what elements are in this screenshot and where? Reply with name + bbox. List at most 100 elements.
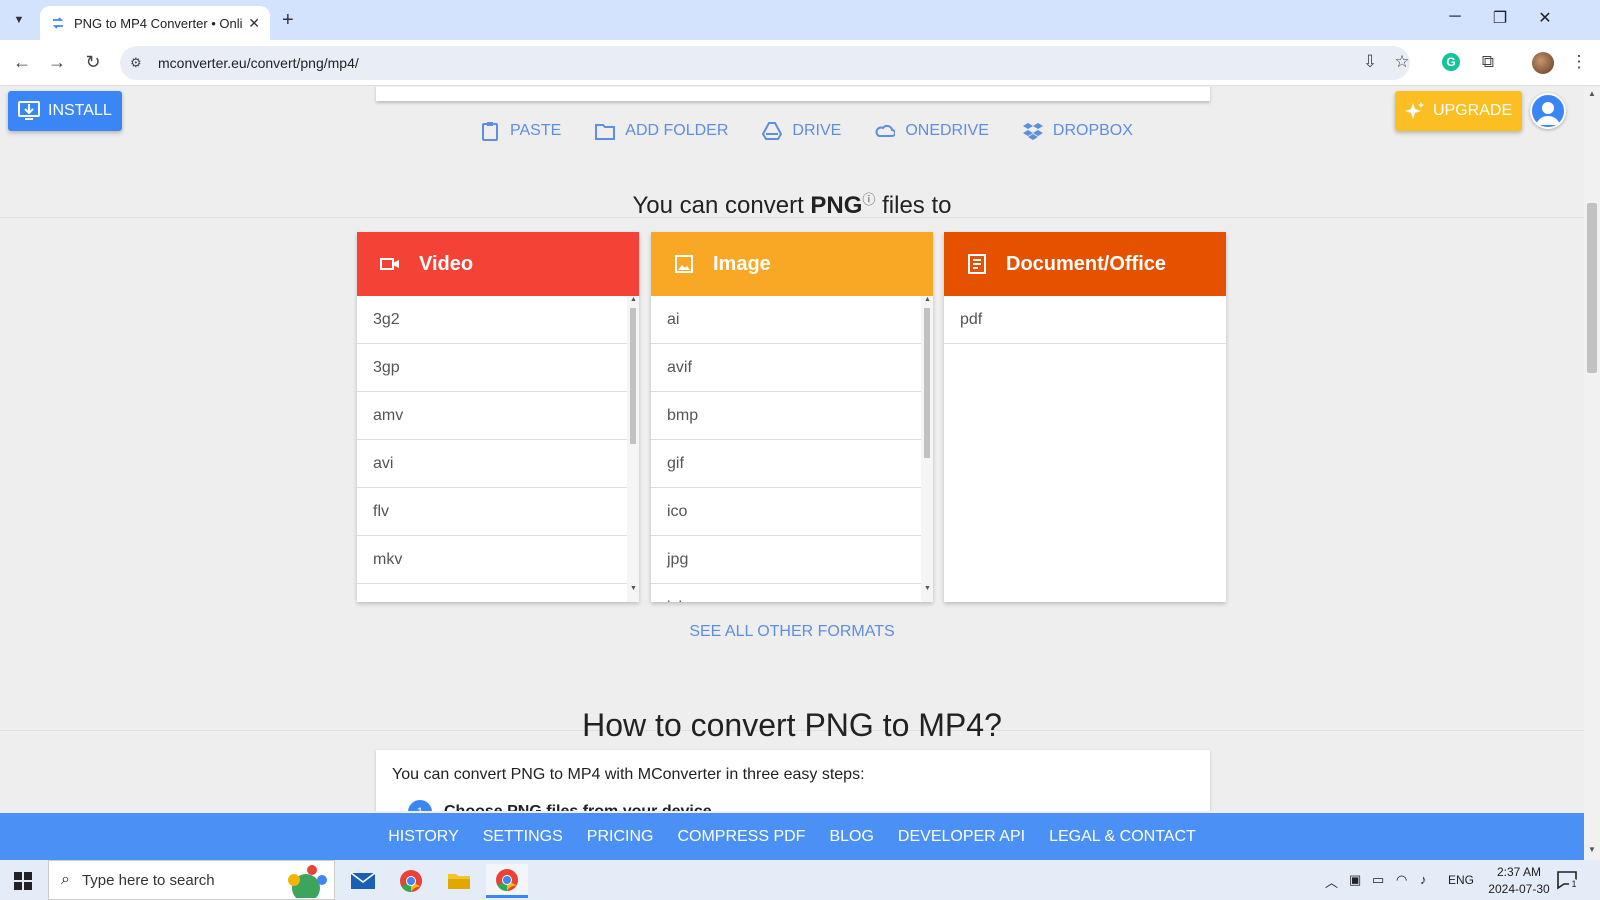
new-tab-icon[interactable]: + <box>282 9 294 32</box>
mail-app-icon[interactable] <box>342 864 384 898</box>
document-format-list: pdf <box>944 296 1226 602</box>
show-hidden-icons-icon[interactable]: ︿ <box>1325 872 1338 891</box>
browser-tab-bar: ▼ PNG to MP4 Converter • Online ✕ + ─ ❐ … <box>0 0 1600 40</box>
format-item-bmp[interactable]: bmp <box>651 392 921 440</box>
howto-steps-card: You can convert PNG to MP4 with MConvert… <box>376 750 1210 811</box>
footer-link-compress-pdf[interactable]: COMPRESS PDF <box>677 828 805 846</box>
reload-icon[interactable]: ↻ <box>81 52 105 73</box>
chrome-active-app-icon[interactable] <box>486 864 528 898</box>
back-icon[interactable]: ← <box>10 52 34 73</box>
browser-tab[interactable]: PNG to MP4 Converter • Online ✕ <box>40 6 270 40</box>
install-desktop-icon <box>18 101 40 120</box>
format-item-mov[interactable]: mov <box>357 584 627 603</box>
upgrade-button[interactable]: UPGRADE <box>1395 91 1523 131</box>
close-window-icon[interactable]: ✕ <box>1530 8 1560 28</box>
dropbox-label: DROPBOX <box>1052 122 1133 139</box>
page-scroll-thumb[interactable] <box>1587 203 1597 373</box>
howto-heading: How to convert PNG to MP4? <box>582 707 1002 743</box>
footer-link-history[interactable]: HISTORY <box>388 828 459 846</box>
convert-heading-prefix: You can convert <box>632 192 804 219</box>
file-explorer-icon[interactable] <box>438 864 480 898</box>
video-list-scrollbar[interactable]: ▲ ▼ <box>627 296 639 602</box>
image-format-list: ai avif bmp gif ico jpg jxl ▲▼ <box>651 296 933 602</box>
restore-icon[interactable]: ❐ <box>1485 8 1515 28</box>
language-indicator[interactable]: ENG <box>1448 873 1474 887</box>
page-scrollbar[interactable]: ▲ ▼ <box>1584 87 1600 860</box>
video-card-header: Video <box>357 232 639 296</box>
image-list-scrollbar[interactable]: ▲ ▼ <box>921 296 933 602</box>
wifi-icon[interactable]: ◠ <box>1396 872 1407 888</box>
browser-menu-icon[interactable]: ⋮ <box>1567 52 1591 72</box>
grammarly-extension-icon[interactable]: G <box>1442 53 1460 71</box>
format-item-pdf[interactable]: pdf <box>944 296 1226 344</box>
paste-label: PASTE <box>510 122 562 139</box>
dropbox-icon <box>1022 123 1043 140</box>
install-app-icon[interactable]: ⇩ <box>1358 52 1382 72</box>
document-icon <box>968 254 986 274</box>
info-icon[interactable]: ⓘ <box>862 192 875 207</box>
account-icon[interactable] <box>1530 93 1566 129</box>
add-folder-button[interactable]: ADD FOLDER <box>595 121 728 141</box>
onedrive-button[interactable]: ONEDRIVE <box>875 121 989 141</box>
search-highlight-icon <box>288 865 327 898</box>
format-item-ico[interactable]: ico <box>651 488 921 536</box>
extensions-icon[interactable]: ⧉ <box>1476 52 1500 72</box>
videocam-icon <box>380 258 399 270</box>
site-info-icon[interactable]: ⚙ <box>130 55 142 71</box>
format-item-gif[interactable]: gif <box>651 440 921 488</box>
clock-date[interactable]: 2024-07-30 <box>1480 882 1558 896</box>
dropbox-button[interactable]: DROPBOX <box>1022 121 1133 141</box>
footer-link-legal-contact[interactable]: LEGAL & CONTACT <box>1049 828 1196 846</box>
windows-taskbar: ⌕ Type here to search ︿ ▣ ▭ ◠ ♪ ENG 2:37… <box>0 860 1600 900</box>
windows-start-icon[interactable] <box>14 872 32 890</box>
meet-now-icon[interactable]: ▣ <box>1349 872 1361 888</box>
footer-link-settings[interactable]: SETTINGS <box>483 828 563 846</box>
paste-button[interactable]: PASTE <box>480 121 561 141</box>
see-all-formats-link[interactable]: SEE ALL OTHER FORMATS <box>0 623 1584 641</box>
format-item-avi[interactable]: avi <box>357 440 627 488</box>
format-item-3g2[interactable]: 3g2 <box>357 296 627 344</box>
footer-link-blog[interactable]: BLOG <box>829 828 873 846</box>
format-item-amv[interactable]: amv <box>357 392 627 440</box>
format-item-jxl[interactable]: jxl <box>651 584 921 603</box>
format-item-ai[interactable]: ai <box>651 296 921 344</box>
forward-icon[interactable]: → <box>45 52 69 73</box>
chrome-app-icon[interactable] <box>390 864 432 898</box>
volume-icon[interactable]: ♪ <box>1420 872 1427 887</box>
footer-link-developer-api[interactable]: DEVELOPER API <box>898 828 1025 846</box>
browser-profile-avatar[interactable] <box>1532 52 1554 74</box>
drop-zone-card[interactable] <box>376 87 1210 101</box>
onedrive-label: ONEDRIVE <box>905 122 989 139</box>
drive-button[interactable]: DRIVE <box>762 121 841 141</box>
install-button[interactable]: INSTALL <box>8 91 122 131</box>
tab-search-icon[interactable]: ▼ <box>6 8 32 32</box>
search-icon: ⌕ <box>61 871 70 888</box>
convert-heading: You can convert PNGⓘ files to <box>0 189 1584 220</box>
tab-close-icon[interactable]: ✕ <box>248 15 260 32</box>
format-item-mkv[interactable]: mkv <box>357 536 627 584</box>
url-text[interactable]: mconverter.eu/convert/png/mp4/ <box>158 55 359 71</box>
install-label: INSTALL <box>48 102 112 119</box>
sparkle-icon <box>1405 102 1424 119</box>
format-item-jpg[interactable]: jpg <box>651 536 921 584</box>
clock-time[interactable]: 2:37 AM <box>1484 865 1554 879</box>
step-text: Choose PNG files from your device <box>444 803 712 811</box>
image-format-card: Image ai avif bmp gif ico jpg jxl ▲▼ <box>651 232 933 602</box>
notifications-icon[interactable]: 1 <box>1556 870 1579 890</box>
document-format-card: Document/Office pdf <box>944 232 1226 602</box>
folder-icon <box>595 124 616 140</box>
format-item-3gp[interactable]: 3gp <box>357 344 627 392</box>
minimize-icon[interactable]: ─ <box>1440 8 1470 26</box>
video-format-list: 3g2 3gp amv avi flv mkv mov ▲▼ <box>357 296 639 602</box>
footer-link-pricing[interactable]: PRICING <box>587 828 654 846</box>
address-bar[interactable]: ⚙ mconverter.eu/convert/png/mp4/ <box>120 46 1410 80</box>
format-item-flv[interactable]: flv <box>357 488 627 536</box>
format-item-avif[interactable]: avif <box>651 344 921 392</box>
taskbar-search-box[interactable]: ⌕ Type here to search <box>48 860 335 900</box>
step-number: 1 <box>408 800 432 811</box>
battery-icon[interactable]: ▭ <box>1372 872 1384 888</box>
image-card-title: Image <box>713 252 771 275</box>
image-icon <box>675 255 693 273</box>
tab-title: PNG to MP4 Converter • Online <box>74 15 243 31</box>
bookmark-star-icon[interactable]: ☆ <box>1390 52 1414 72</box>
